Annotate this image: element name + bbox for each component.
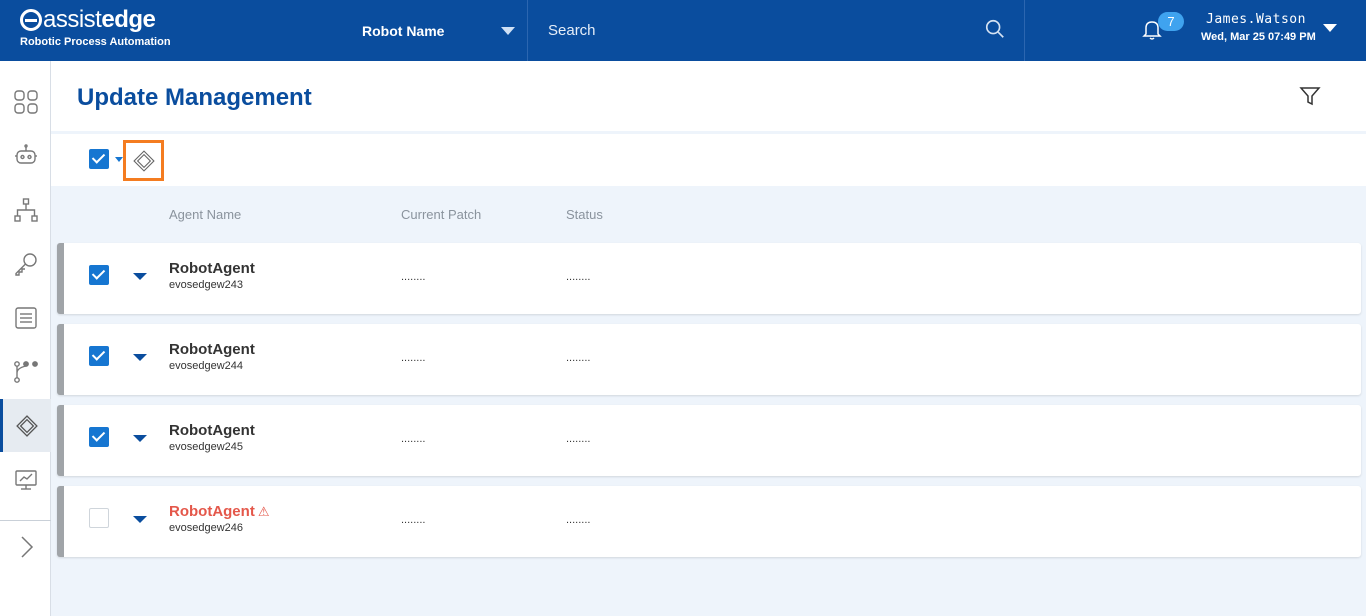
hierarchy-icon <box>13 197 38 222</box>
page-header: Update Management <box>51 61 1366 131</box>
bulk-action-toolbar <box>51 134 1366 186</box>
logo-assist-text: assist <box>43 6 102 33</box>
robot-name-label: Robot Name <box>362 22 445 39</box>
update-button[interactable] <box>123 140 164 181</box>
robot-name-dropdown[interactable]: Robot Name <box>340 0 528 61</box>
status: ........ <box>566 352 591 364</box>
agent-name: RobotAgent <box>169 422 255 439</box>
agent-host: evosedgew245 <box>169 441 244 453</box>
logo-e-mark <box>20 9 42 31</box>
sidebar-item-credentials[interactable] <box>0 237 51 290</box>
table-row[interactable]: RobotAgent ⚠ evosedgew246 ........ ......… <box>57 486 1361 557</box>
user-menu-chevron-icon[interactable] <box>1323 24 1337 32</box>
agent-name: RobotAgent <box>169 260 255 277</box>
column-header-agent-name: Agent Name <box>169 207 242 222</box>
sidebar-expand-button[interactable] <box>0 520 51 573</box>
notification-badge[interactable]: 7 <box>1158 12 1184 31</box>
chevron-down-icon <box>501 27 515 35</box>
user-area: 7 James.Watson Wed, Mar 25 07:49 PM <box>1026 0 1366 61</box>
chevron-right-icon <box>20 535 33 558</box>
column-header-current-patch: Current Patch <box>401 207 482 222</box>
robot-icon <box>14 143 37 164</box>
sidebar-item-hierarchy[interactable] <box>0 183 51 236</box>
row-checkbox[interactable] <box>89 346 109 366</box>
workflow-icon <box>13 360 38 383</box>
select-options-chevron-icon[interactable] <box>115 157 123 162</box>
current-patch: ........ <box>401 514 426 526</box>
row-checkbox[interactable] <box>89 427 109 447</box>
table-row[interactable]: RobotAgent evosedgew243 ........ .......… <box>57 243 1361 314</box>
key-icon <box>14 252 37 276</box>
status: ........ <box>566 514 591 526</box>
filter-icon[interactable] <box>1299 85 1321 107</box>
expand-chevron-icon[interactable] <box>133 354 147 361</box>
current-patch: ........ <box>401 433 426 445</box>
sidebar-item-update-management[interactable] <box>0 399 51 452</box>
status: ........ <box>566 433 591 445</box>
sidebar-item-reports[interactable] <box>0 453 51 506</box>
search-box <box>528 0 1025 61</box>
update-management-icon <box>16 414 38 437</box>
agent-host: evosedgew246 <box>169 522 244 534</box>
status: ........ <box>566 271 591 283</box>
current-datetime: Wed, Mar 25 07:49 PM <box>1201 31 1316 43</box>
user-name[interactable]: James.Watson <box>1206 12 1306 27</box>
current-patch: ........ <box>401 271 426 283</box>
monitor-chart-icon <box>14 469 37 490</box>
current-patch: ........ <box>401 352 426 364</box>
sidebar-item-robots[interactable] <box>0 129 51 182</box>
expand-chevron-icon[interactable] <box>133 516 147 523</box>
column-header-status: Status <box>566 207 603 222</box>
sidebar-item-logs[interactable] <box>0 291 51 344</box>
search-input[interactable] <box>528 0 968 61</box>
top-header: assist edge Robotic Process Automation Ro… <box>0 0 1366 61</box>
agent-host: evosedgew243 <box>169 279 244 291</box>
sidebar-item-dashboard[interactable] <box>0 75 51 128</box>
sidebar-item-workflows[interactable] <box>0 345 51 398</box>
agent-name: RobotAgent <box>169 503 255 520</box>
expand-chevron-icon[interactable] <box>133 273 147 280</box>
agent-host: evosedgew244 <box>169 360 244 372</box>
select-all-checkbox[interactable] <box>89 149 109 169</box>
dashboard-grid-icon <box>13 89 38 114</box>
row-checkbox[interactable] <box>89 265 109 285</box>
row-checkbox[interactable] <box>89 508 109 528</box>
table-row[interactable]: RobotAgent evosedgew245 ........ .......… <box>57 405 1361 476</box>
table-row[interactable]: RobotAgent evosedgew244 ........ .......… <box>57 324 1361 395</box>
sidebar <box>0 61 51 616</box>
page-title: Update Management <box>77 84 312 111</box>
expand-chevron-icon[interactable] <box>133 435 147 442</box>
app-logo[interactable]: assist edge Robotic Process Automation <box>20 6 171 48</box>
agent-name: RobotAgent <box>169 341 255 358</box>
logo-subtitle: Robotic Process Automation <box>20 36 171 48</box>
agent-name-warning: RobotAgent ⚠ <box>169 503 269 520</box>
document-list-icon <box>14 306 37 329</box>
search-icon[interactable] <box>984 18 1006 40</box>
update-chip-icon <box>132 149 155 172</box>
warning-icon: ⚠ <box>257 504 270 519</box>
logo-edge-text: edge <box>101 6 156 33</box>
